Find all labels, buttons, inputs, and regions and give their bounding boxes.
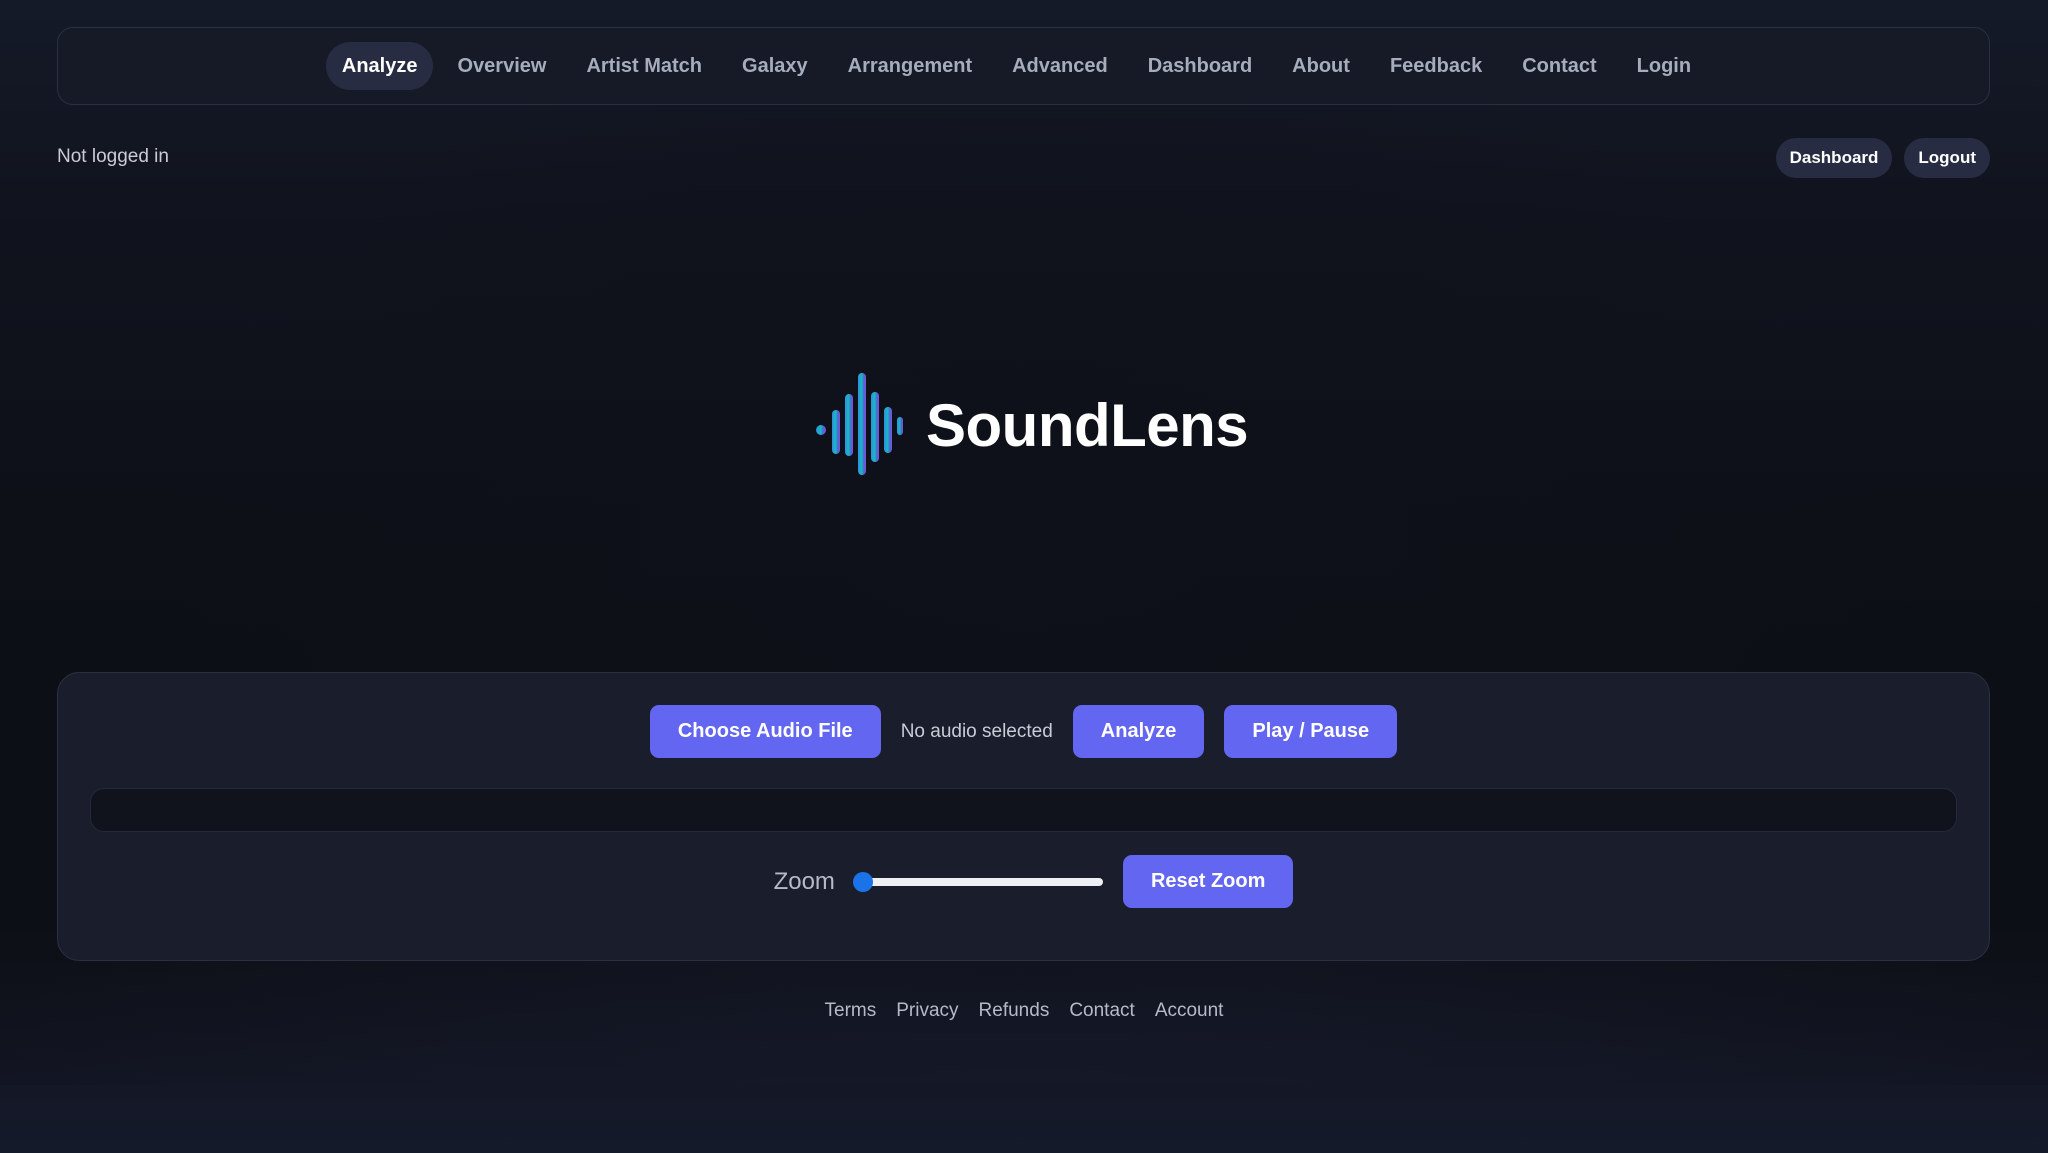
footer-link-privacy[interactable]: Privacy [896, 1000, 958, 1022]
footer: Terms Privacy Refunds Contact Account [0, 1000, 2048, 1022]
footer-link-refunds[interactable]: Refunds [979, 1000, 1050, 1022]
nav-item-login[interactable]: Login [1621, 42, 1707, 90]
analyze-button[interactable]: Analyze [1072, 705, 1205, 758]
nav-item-arrangement[interactable]: Arrangement [832, 42, 988, 90]
zoom-controls: Zoom Reset Zoom [58, 855, 1989, 908]
play-pause-button[interactable]: Play / Pause [1224, 705, 1398, 758]
zoom-label: Zoom [773, 867, 835, 895]
nav-item-dashboard[interactable]: Dashboard [1132, 42, 1268, 90]
reset-zoom-button[interactable]: Reset Zoom [1122, 855, 1294, 908]
player-controls: Choose Audio File No audio selected Anal… [58, 705, 1989, 758]
nav-item-about[interactable]: About [1276, 42, 1366, 90]
footer-link-account[interactable]: Account [1155, 1000, 1224, 1022]
footer-link-contact[interactable]: Contact [1069, 1000, 1134, 1022]
waveform-display[interactable] [90, 788, 1957, 832]
nav-item-contact[interactable]: Contact [1506, 42, 1612, 90]
nav-item-galaxy[interactable]: Galaxy [726, 42, 824, 90]
nav-items: Analyze Overview Artist Match Galaxy Arr… [325, 42, 1707, 90]
zoom-slider[interactable] [852, 871, 1103, 892]
logo: SoundLens [812, 370, 1249, 480]
file-status: No audio selected [900, 720, 1053, 742]
nav-item-overview[interactable]: Overview [441, 42, 562, 90]
logo-text: SoundLens [926, 391, 1249, 459]
dashboard-button[interactable]: Dashboard [1775, 138, 1893, 178]
account-actions: Dashboard Logout [1775, 138, 1990, 178]
nav-item-advanced[interactable]: Advanced [996, 42, 1124, 90]
zoom-slider-track [854, 877, 1103, 886]
nav-item-analyze[interactable]: Analyze [325, 42, 434, 90]
top-nav: Analyze Overview Artist Match Galaxy Arr… [57, 27, 1990, 105]
logout-button[interactable]: Logout [1904, 138, 1990, 178]
zoom-slider-thumb[interactable] [852, 871, 873, 892]
choose-audio-button[interactable]: Choose Audio File [649, 705, 881, 758]
soundwave-icon [816, 373, 903, 475]
footer-link-terms[interactable]: Terms [825, 1000, 877, 1022]
page-bottom-band [0, 1085, 2048, 1153]
nav-item-artist-match[interactable]: Artist Match [570, 42, 718, 90]
player-panel: Choose Audio File No audio selected Anal… [57, 672, 1990, 961]
nav-item-feedback[interactable]: Feedback [1374, 42, 1498, 90]
login-status: Not logged in [57, 146, 169, 167]
